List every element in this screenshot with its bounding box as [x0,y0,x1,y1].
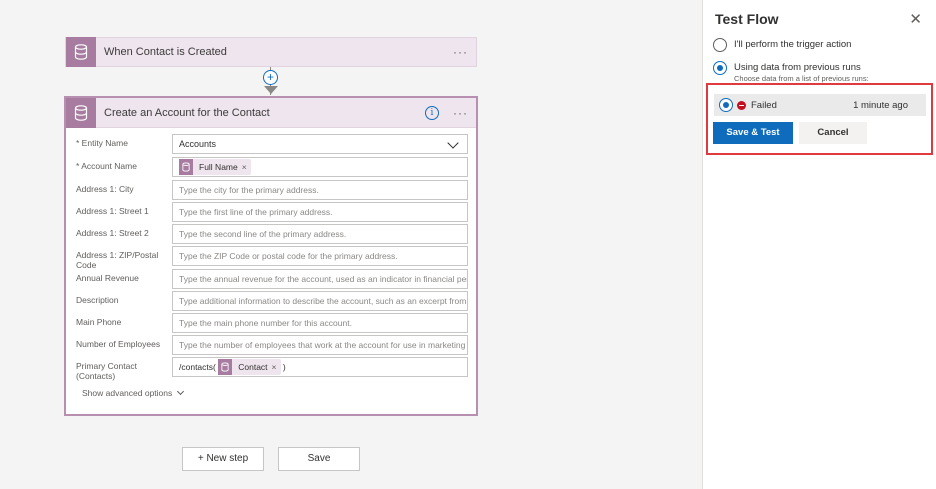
street-2-input[interactable]: Type the second line of the primary addr… [172,224,468,244]
entity-name-select[interactable]: Accounts [172,134,468,154]
show-advanced-options-link[interactable]: Show advanced options [82,387,185,398]
trigger-card[interactable]: When Contact is Created ··· [65,37,477,67]
main-phone-input[interactable]: Type the main phone number for this acco… [172,313,468,333]
token-label: Contact [238,362,268,372]
zip-input[interactable]: Type the ZIP Code or postal code for the… [172,246,468,266]
option-label: Using data from previous runs [734,62,861,73]
field-label: Annual Revenue [76,273,139,283]
run-status: Failed [751,99,777,111]
account-name-input[interactable]: Full Name × [172,157,468,177]
remove-token-button[interactable]: × [242,158,251,176]
field-annual-revenue: Annual Revenue Type the annual revenue f… [76,269,468,289]
option-manual-trigger[interactable]: I'll perform the trigger action [713,38,851,52]
option-label: I'll perform the trigger action [734,39,852,50]
token-label: Full Name [199,162,238,172]
path-prefix: /contacts( [179,362,216,372]
insert-step-button[interactable]: + [263,70,278,85]
radio-button-selected[interactable] [713,61,727,75]
field-zip: Address 1: ZIP/Postal Code Type the ZIP … [76,246,468,270]
field-employees: Number of Employees Type the number of e… [76,335,468,355]
new-step-button[interactable]: + New step [182,447,264,471]
radio-button-selected[interactable] [719,98,733,112]
description-input[interactable]: Type additional information to describe … [172,291,468,311]
field-street-1: Address 1: Street 1 Type the first line … [76,202,468,222]
primary-contact-input[interactable]: /contacts( Contact × ) [172,357,468,377]
field-street-2: Address 1: Street 2 Type the second line… [76,224,468,244]
cancel-button[interactable]: Cancel [799,122,867,144]
field-label: Address 1: Street 2 [76,228,149,238]
previous-run-item[interactable]: Failed 1 minute ago [714,94,926,116]
action-menu-button[interactable]: ··· [453,106,468,120]
chevron-down-icon [177,387,185,396]
connector-arrow-icon [264,86,278,94]
option-previous-runs[interactable]: Using data from previous runs Choose dat… [713,61,869,83]
save-button[interactable]: Save [278,447,360,471]
field-entity-name: * Entity Name Accounts [76,134,468,154]
database-icon [218,359,233,375]
field-description: Description Type additional information … [76,291,468,311]
field-label: Address 1: City [76,184,134,194]
field-account-name: * Account Name Full Name × [76,157,468,177]
field-label: * Entity Name [76,138,128,148]
dynamic-content-token: Full Name × [179,159,251,175]
field-label: Address 1: Street 1 [76,206,149,216]
chevron-down-icon [447,137,459,149]
failed-status-icon [737,100,746,110]
flow-canvas: When Contact is Created ··· + Create an … [0,0,702,489]
street-1-input[interactable]: Type the first line of the primary addre… [172,202,468,222]
field-label: Main Phone [76,317,122,327]
run-time: 1 minute ago [853,99,908,111]
action-title: Create an Account for the Contact [104,106,270,119]
save-and-test-button[interactable]: Save & Test [713,122,793,144]
annual-revenue-input[interactable]: Type the annual revenue for the account,… [172,269,468,289]
field-label: Address 1: ZIP/Postal Code [76,250,159,270]
trigger-menu-button[interactable]: ··· [453,45,468,59]
path-suffix: ) [282,362,286,372]
database-icon [66,97,96,128]
database-icon [179,159,193,175]
field-label: Primary Contact (Contacts) [76,361,137,381]
dynamic-content-token: Contact × [218,358,281,376]
field-label: * Account Name [76,161,137,171]
field-city: Address 1: City Type the city for the pr… [76,180,468,200]
option-sublabel: Choose data from a list of previous runs… [734,74,869,83]
remove-token-button[interactable]: × [272,358,281,376]
action-header[interactable]: Create an Account for the Contact i ··· [66,97,476,128]
close-icon[interactable]: ✕ [909,10,922,28]
info-icon[interactable]: i [425,105,439,120]
database-icon [66,37,96,67]
trigger-title: When Contact is Created [104,46,227,58]
field-main-phone: Main Phone Type the main phone number fo… [76,313,468,333]
field-primary-contact: Primary Contact (Contacts) /contacts( Co… [76,357,468,381]
panel-title: Test Flow [715,11,779,27]
entity-name-value: Accounts [179,139,217,149]
city-input[interactable]: Type the city for the primary address. [172,180,468,200]
action-card: Create an Account for the Contact i ··· … [64,96,478,416]
test-flow-panel: Test Flow ✕ I'll perform the trigger act… [702,0,936,489]
field-label: Description [76,295,119,305]
field-label: Number of Employees [76,339,161,349]
advanced-label: Show advanced options [82,388,173,398]
employees-input[interactable]: Type the number of employees that work a… [172,335,468,355]
radio-button[interactable] [713,38,727,52]
